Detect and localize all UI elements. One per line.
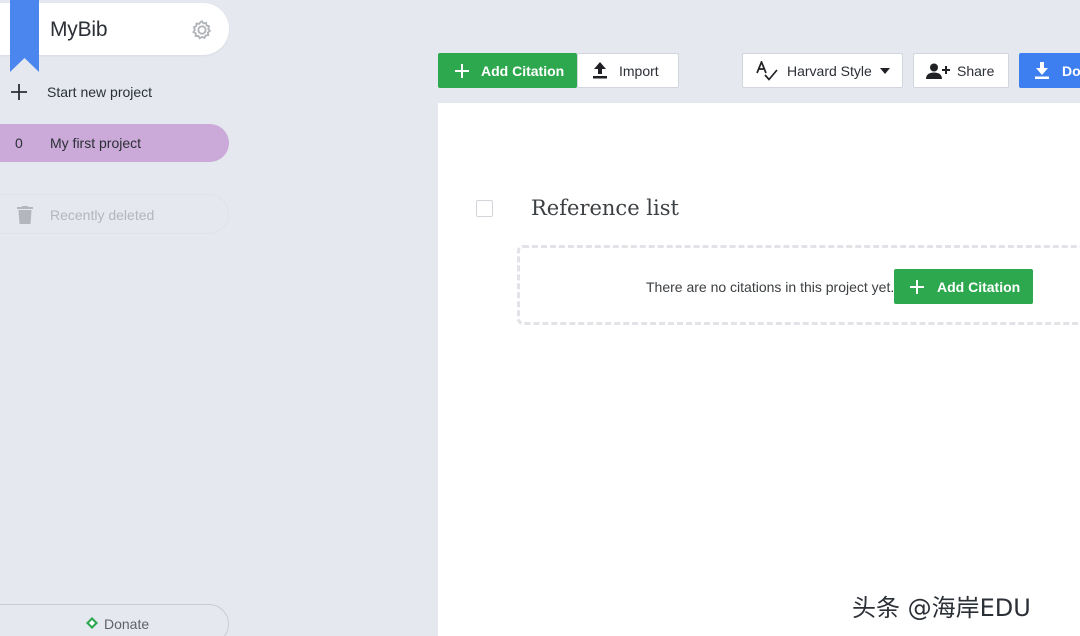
citation-style-dropdown[interactable]: Harvard Style: [742, 53, 903, 88]
add-citation-button[interactable]: Add Citation: [438, 53, 577, 88]
inline-add-citation-label: Add Citation: [937, 278, 1021, 295]
download-label: Do: [1062, 62, 1080, 79]
download-icon: [1035, 62, 1049, 79]
plus-icon: [910, 279, 924, 294]
start-new-project-button[interactable]: Start new project: [0, 76, 229, 108]
start-new-project-label: Start new project: [47, 84, 153, 100]
share-label: Share: [957, 62, 995, 79]
donate-button[interactable]: Donate: [0, 604, 229, 636]
plus-icon: [11, 84, 27, 100]
app-name: MyBib: [50, 18, 108, 41]
reference-list-panel: Reference list There are no citations in…: [438, 103, 1080, 636]
spellcheck-icon: [756, 60, 778, 81]
empty-citations-box: There are no citations in this project y…: [517, 245, 1080, 325]
import-button[interactable]: Import: [577, 53, 679, 88]
share-button[interactable]: Share: [913, 53, 1009, 88]
recently-deleted-label: Recently deleted: [50, 207, 155, 223]
settings-button[interactable]: [189, 17, 215, 43]
import-label: Import: [619, 62, 659, 79]
app-root: MyBib Start new project 0 My first proje…: [0, 0, 1080, 636]
project-citation-count: 0: [15, 135, 23, 151]
citation-style-label: Harvard Style: [787, 62, 872, 79]
download-button[interactable]: Do: [1019, 53, 1080, 88]
caret-down-icon: [879, 67, 890, 74]
inline-add-citation-button[interactable]: Add Citation: [894, 269, 1033, 304]
donate-icon: [86, 617, 98, 629]
page-title: Reference list: [531, 196, 679, 220]
add-citation-label: Add Citation: [481, 62, 565, 79]
person-add-icon: [926, 63, 950, 79]
project-name: My first project: [50, 135, 142, 151]
gear-icon: [192, 20, 212, 40]
empty-message: There are no citations in this project y…: [646, 279, 895, 295]
trash-icon: [17, 206, 33, 224]
upload-icon: [593, 62, 607, 79]
sidebar-item-my-first-project[interactable]: 0 My first project: [0, 124, 229, 162]
donate-label: Donate: [104, 616, 150, 632]
plus-icon: [455, 63, 469, 78]
recently-deleted-button[interactable]: Recently deleted: [0, 194, 229, 234]
select-all-checkbox[interactable]: [476, 200, 493, 217]
watermark-text: 头条 @海岸EDU: [852, 594, 1031, 622]
bookmark-icon: [10, 0, 39, 72]
